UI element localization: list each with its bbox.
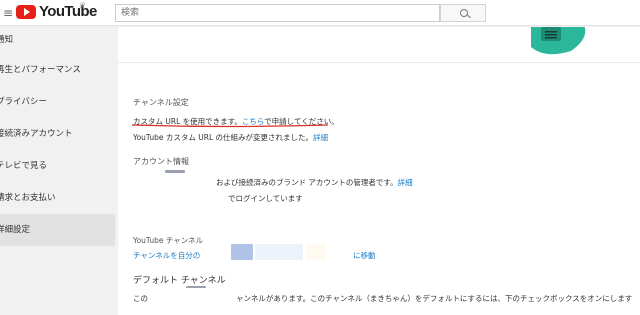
sidebar-item-watch-on-tv[interactable]: テレビで見る (0, 150, 115, 182)
custom-url-note-text: YouTube カスタム URL の仕組みが変更されました。 (133, 133, 314, 142)
search-button[interactable] (440, 4, 486, 22)
youtube-wordmark[interactable]: YouTube (39, 3, 97, 20)
move-channel-link[interactable]: チャンネルを自分の (133, 250, 200, 261)
sidebar-item-billing[interactable]: 請求とお支払い (0, 182, 115, 214)
sidebar-item-label: 通知 (0, 35, 14, 45)
redacted-block (255, 244, 303, 260)
sidebar-item-label: 請求とお支払い (0, 193, 56, 203)
move-channel-suffix-link[interactable]: に移動 (353, 250, 376, 261)
account-manager-label: および接続済みのブランド アカウントの管理者です。 (216, 178, 398, 187)
sidebar-item-label: 詳細設定 (0, 225, 31, 235)
sidebar-item-connected-accounts[interactable]: 接続済みアカウント (0, 118, 115, 150)
sidebar-item-label: テレビで見る (0, 161, 48, 171)
channel-settings-title: チャンネル設定 (133, 98, 189, 107)
main-content: チャンネル設定 カスタム URL を使用できます。こちらで申請してください。 Y… (118, 27, 640, 315)
redacted-name (186, 286, 206, 288)
logged-in-text: でログインしています (228, 194, 303, 203)
custom-url-details-link[interactable]: 詳細 (313, 133, 328, 142)
move-channel-prefix: チャンネルを自分の (133, 251, 201, 260)
custom-url-note: YouTube カスタム URL の仕組みが変更されました。詳細 (133, 132, 328, 143)
redacted-name (165, 170, 185, 173)
sidebar-item-privacy[interactable]: プライバシー (0, 86, 115, 118)
red-underline-annotation (131, 124, 329, 128)
sidebar-item-label: 接続済みアカウント (0, 129, 73, 139)
youtube-logo-icon[interactable] (16, 5, 36, 19)
youtube-channel-title: YouTube チャンネル (133, 236, 204, 245)
sidebar-item-advanced[interactable]: 詳細設定 (0, 214, 115, 246)
channel-illustration-icon (531, 27, 586, 55)
sidebar-item-playback[interactable]: 再生とパフォーマンス (0, 54, 115, 86)
settings-sidebar: 通知 再生とパフォーマンス プライバシー 接続済みアカウント テレビで見る 請求… (0, 27, 115, 315)
default-channel-prefix: この (133, 294, 148, 303)
top-bar: ≡ YouTube JP (0, 0, 640, 26)
region-mark: JP (80, 2, 86, 9)
sidebar-item-label: プライバシー (0, 97, 47, 107)
sidebar-item-notifications[interactable]: 通知 (0, 24, 115, 56)
sidebar-item-label: 再生とパフォーマンス (0, 65, 81, 75)
search-input[interactable] (115, 4, 440, 22)
redacted-block (306, 244, 326, 260)
redacted-block (231, 244, 253, 260)
default-channel-description: ャンネルがあります。このチャンネル（まきちゃん）をデフォルトにするには、下のチェ… (236, 294, 633, 303)
section-divider (118, 62, 640, 63)
account-manager-text: および接続済みのブランド アカウントの管理者です。詳細 (216, 177, 413, 188)
account-details-link[interactable]: 詳細 (398, 178, 413, 187)
account-info-title: アカウント情報 (133, 157, 189, 166)
hamburger-menu-icon[interactable]: ≡ (3, 6, 13, 20)
default-channel-title: デフォルト チャンネル (133, 276, 226, 286)
